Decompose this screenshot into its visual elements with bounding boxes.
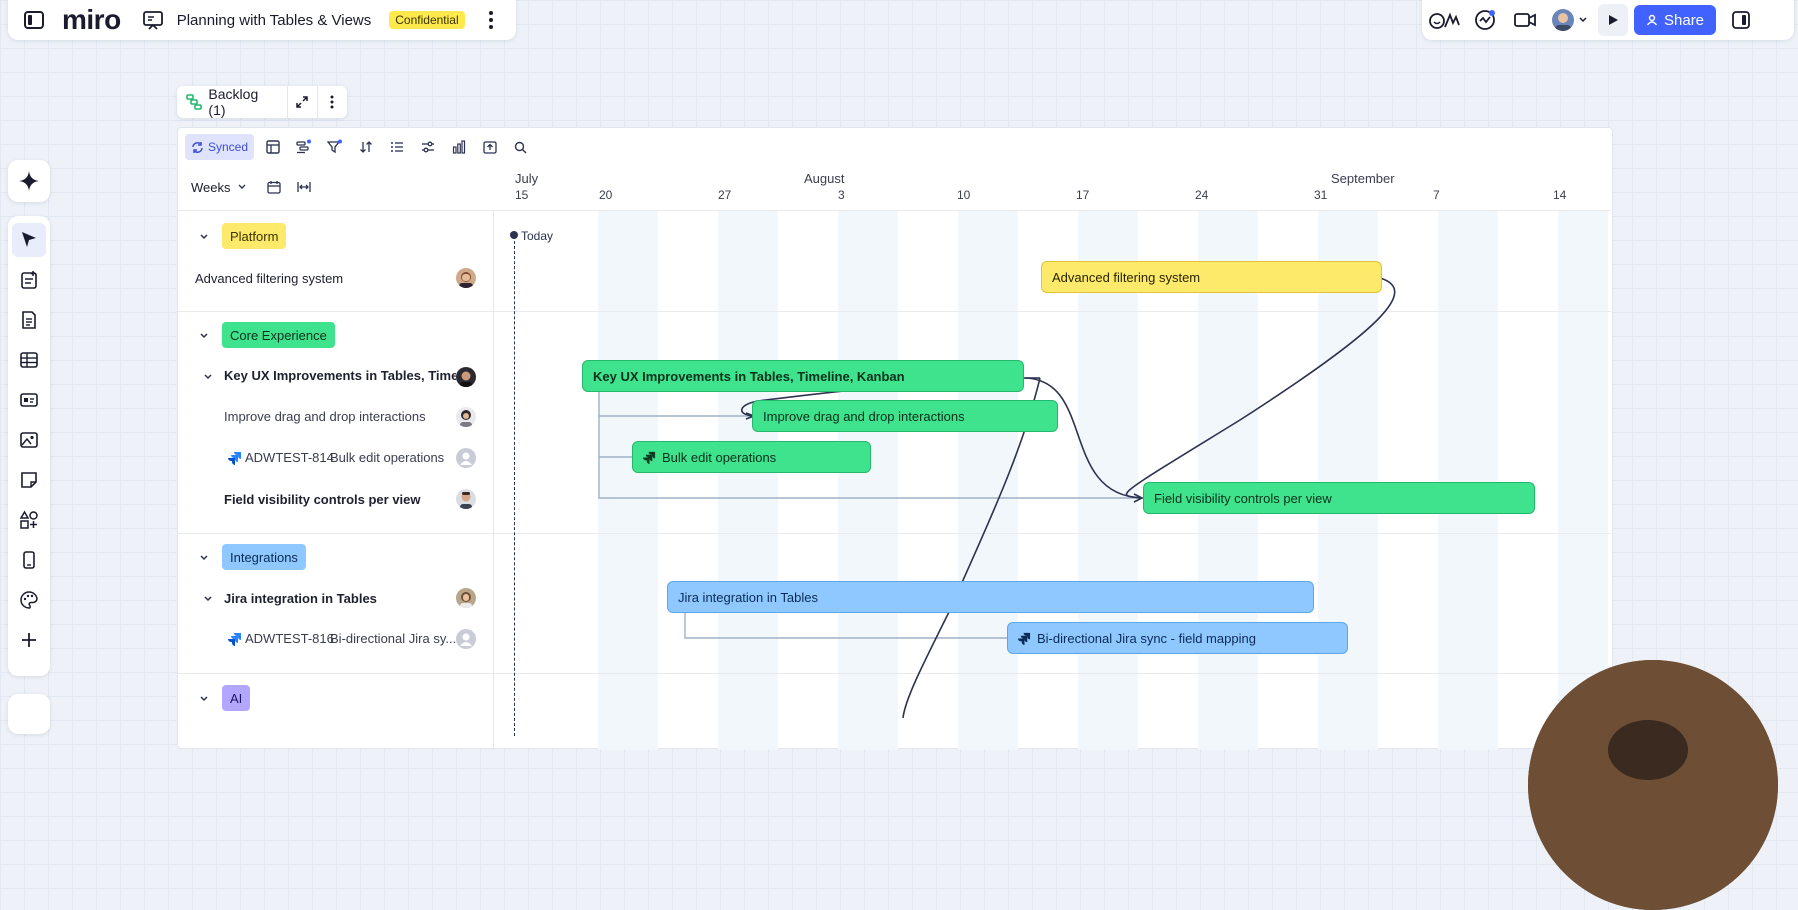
bar-field-visibility[interactable]: Field visibility controls per view	[1143, 482, 1535, 514]
video-participant-bubble[interactable]	[1528, 660, 1778, 910]
tree-connector	[684, 613, 1008, 639]
jira-icon	[643, 451, 656, 464]
bar-jira-integration[interactable]: Jira integration in Tables	[667, 581, 1314, 613]
jira-icon	[1018, 632, 1031, 645]
bar-bulk-edit[interactable]: Bulk edit operations	[632, 441, 871, 473]
bar-jira-sync[interactable]: Bi-directional Jira sync - field mapping	[1007, 622, 1348, 654]
bar-drag-drop[interactable]: Improve drag and drop interactions	[752, 400, 1058, 432]
dependency-arrow	[1125, 277, 1396, 499]
bar-label: Bi-directional Jira sync - field mapping	[1037, 630, 1256, 646]
dependency-arrow	[1024, 377, 1143, 499]
bar-label: Bulk edit operations	[662, 449, 777, 465]
bar-key-ux[interactable]: Key UX Improvements in Tables, Timeline,…	[582, 360, 1024, 392]
bar-advanced-filtering[interactable]: Advanced filtering system	[1041, 261, 1382, 293]
